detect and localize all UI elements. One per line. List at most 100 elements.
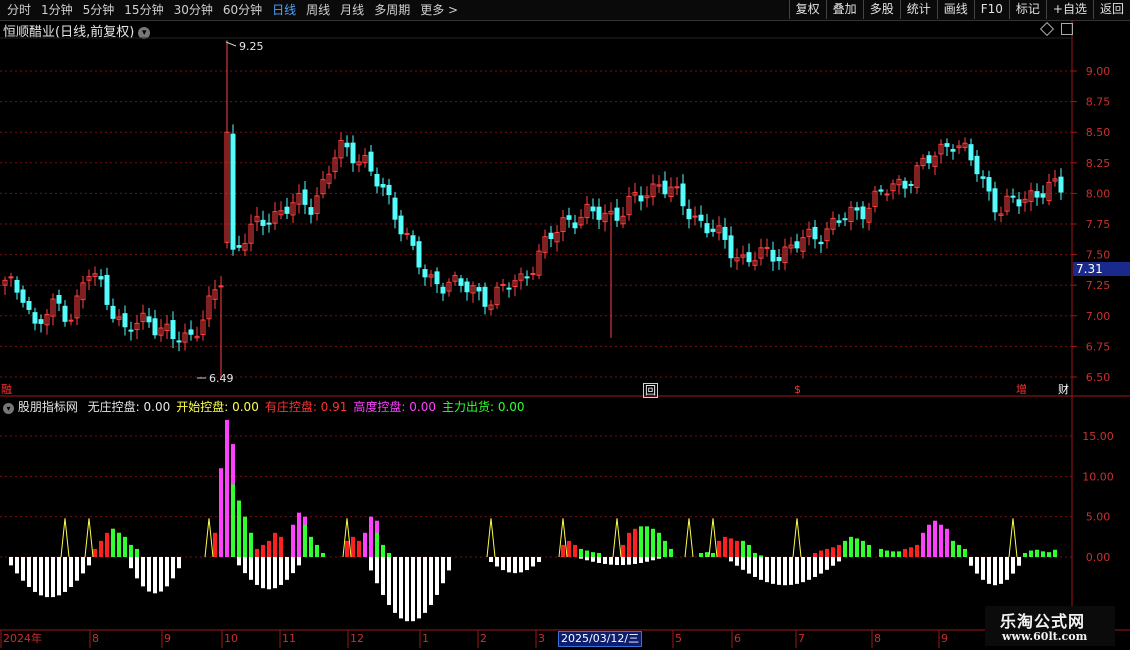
indicator-pos-bar (573, 544, 577, 557)
indicator-neg-bar (279, 557, 283, 585)
candle-body (302, 189, 308, 205)
candle-body (530, 272, 536, 275)
grid-lines (0, 70, 1072, 558)
candle-body (680, 183, 686, 207)
indicator-pos-bar (591, 552, 595, 557)
indicator-pos-bar (945, 528, 949, 557)
indicator-neg-bar (513, 557, 517, 574)
event-tag-2[interactable]: $ (793, 383, 802, 396)
indicator-pos-bar (939, 524, 943, 557)
indicator-pos-bar (897, 551, 901, 557)
indicator-pos-bar (111, 528, 115, 557)
indicator-pos-bar (1029, 550, 1033, 557)
indicator-pos-bar (231, 484, 235, 557)
chart-canvas[interactable]: 9.00 8.75 8.50 8.25 8.00 7.75 7.50 7.25 7.00 6.75… (0, 0, 1130, 650)
indicator-neg-bar (519, 557, 523, 573)
candle-body (704, 223, 710, 234)
indicator-neg-bar (171, 557, 175, 579)
y-tick-label: 8.00 (1086, 187, 1111, 200)
indicator-pos-bar (621, 544, 625, 557)
indicator-pos-bar (825, 548, 829, 557)
signal-spike (1008, 518, 1018, 558)
indicator-neg-bar (63, 557, 67, 592)
low-price-label: 6.49 (209, 372, 234, 385)
indicator-neg-bar (627, 557, 631, 565)
date-label: 2 (480, 632, 487, 645)
indicator-pos-bar (351, 536, 355, 557)
candle-body (944, 143, 950, 147)
event-tag-0[interactable]: 融 (0, 383, 13, 396)
indicator-pos-bar (381, 544, 385, 557)
indicator-pos-bar (321, 552, 325, 557)
panel-toggle-icon[interactable] (1061, 23, 1073, 35)
indicator-pos-bar (219, 468, 223, 557)
candle-body (1010, 195, 1016, 198)
indicator-neg-bar (753, 557, 757, 577)
indicator-pos-bar (663, 540, 667, 557)
indicator-pos-bar (903, 548, 907, 557)
indicator-pos-bar (699, 552, 703, 557)
y-tick-label: 8.25 (1086, 157, 1111, 170)
indicator-line-1: 开始控盘: 0.00 (176, 400, 259, 414)
indicator-neg-bar (135, 557, 139, 579)
indicator-neg-bar (249, 557, 253, 580)
indicator-neg-bar (51, 557, 55, 598)
candle-body (98, 276, 104, 280)
indicator-neg-bar (273, 557, 277, 589)
indicator-pos-bar (747, 544, 751, 557)
indicator-pos-bar (1053, 549, 1057, 557)
y-tick-label: 0.00 (1086, 551, 1111, 564)
candle-body (398, 215, 404, 235)
indicator-neg-bar (651, 557, 655, 561)
candle-body (746, 252, 752, 263)
indicator-pos-bar (867, 544, 871, 557)
indicator-neg-bar (177, 557, 181, 569)
candle-body (38, 319, 44, 324)
indicator-neg-bar (75, 557, 79, 581)
indicator-neg-bar (369, 557, 373, 571)
event-tag-1[interactable]: 回 (643, 383, 658, 398)
indicator-neg-bar (993, 557, 997, 586)
candle-body (386, 184, 392, 196)
indicator-neg-bar (789, 557, 793, 585)
candle-body (770, 249, 776, 262)
indicator-pos-bar (891, 551, 895, 557)
indicator-pos-bar (837, 544, 841, 557)
indicator-neg-bar (813, 557, 817, 577)
indicator-pos-bar (291, 524, 295, 557)
indicator-neg-bar (1011, 557, 1015, 574)
indicator-name: 股朋指标网 (17, 400, 78, 414)
indicator-pos-bar (1035, 549, 1039, 557)
indicator-pos-bar (261, 544, 265, 557)
indicator-neg-bar (141, 557, 145, 587)
chevron-down-icon[interactable]: ▾ (3, 403, 14, 414)
indicator-neg-bar (501, 557, 505, 571)
candle-body (416, 241, 422, 268)
indicator-neg-bar (291, 557, 295, 574)
indicator-neg-bar (147, 557, 151, 592)
indicator-neg-bar (399, 557, 403, 619)
event-tag-3[interactable]: 增 (1015, 383, 1028, 396)
indicator-title: ▾ 股朋指标网 无庄控盘: 0.00 开始控盘: 0.00 有庄控盘: 0.91 高度… (3, 398, 531, 415)
indicator-pos-bar (813, 552, 817, 557)
candle-body (188, 329, 194, 335)
candle-body (128, 329, 134, 332)
event-tag-4[interactable]: 财 (1057, 383, 1070, 396)
indicator-pos-bar (561, 544, 565, 557)
candle-body (926, 155, 932, 164)
indicator-neg-bar (987, 557, 991, 584)
indicator-neg-bar (741, 557, 745, 570)
indicator-pos-bar (129, 544, 133, 557)
date-label: 1 (422, 632, 429, 645)
candle-body (878, 189, 884, 192)
indicator-pos-bar (237, 500, 241, 557)
indicator-neg-bar (243, 557, 247, 574)
indicator-neg-bar (9, 557, 13, 566)
indicator-pos-bar (711, 552, 715, 557)
candle-body (344, 142, 350, 148)
indicator-pos-bar (909, 547, 913, 557)
indicator-pos-bar (729, 538, 733, 557)
indicator-pos-bar (627, 532, 631, 557)
indicator-pos-bar (279, 536, 283, 557)
candle-body (26, 300, 32, 310)
